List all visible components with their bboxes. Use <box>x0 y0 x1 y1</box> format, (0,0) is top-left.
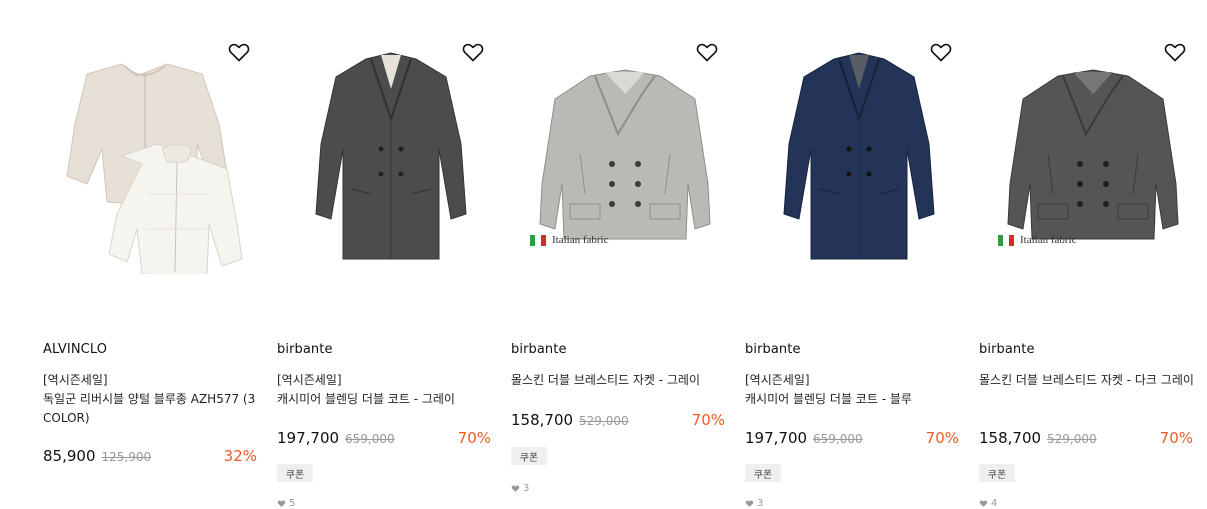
discount-rate: 70% <box>691 411 725 429</box>
price-row: 158,700 529,000 70% <box>511 411 725 429</box>
like-count: 5 <box>277 498 295 509</box>
discount-rate: 70% <box>925 429 959 447</box>
heart-outline-icon[interactable] <box>1163 40 1187 64</box>
coupon-badge[interactable]: 쿠폰 <box>511 447 547 465</box>
product-title: 캐시미어 블렌딩 더블 코트 - 블루 <box>745 392 912 406</box>
product-name[interactable]: [역시즌세일] 캐시미어 블렌딩 더블 코트 - 블루 <box>745 371 961 409</box>
product-image[interactable] <box>742 28 976 290</box>
price-row: 197,700 659,000 70% <box>745 429 959 447</box>
italian-fabric-label: Italian fabric <box>998 234 1077 246</box>
original-price: 659,000 <box>345 432 395 446</box>
brand-name[interactable]: birbante <box>979 342 1035 357</box>
discount-rate: 32% <box>223 447 257 465</box>
brand-name[interactable]: birbante <box>745 342 801 357</box>
brand-name[interactable]: ALVINCLO <box>43 342 107 357</box>
product-title: 독일군 리버시블 양털 블루종 AZH577 (3 COLOR) <box>43 392 256 425</box>
product-tag: [역시즌세일] <box>277 373 342 387</box>
sale-price: 197,700 <box>745 429 808 447</box>
price-row: 197,700 659,000 70% <box>277 429 491 447</box>
dark-grey-peacoat-image <box>1007 69 1179 240</box>
original-price: 125,900 <box>101 450 152 464</box>
italy-flag-icon <box>998 234 1014 246</box>
product-name[interactable]: [역시즌세일] 캐시미어 블렌딩 더블 코트 - 그레이 <box>277 371 493 409</box>
discount-rate: 70% <box>457 429 491 447</box>
product-title: 캐시미어 블렌딩 더블 코트 - 그레이 <box>277 392 455 406</box>
italy-flag-icon <box>530 234 546 246</box>
like-count: 3 <box>745 498 763 509</box>
heart-outline-icon[interactable] <box>461 40 485 64</box>
product-image[interactable] <box>274 28 508 290</box>
like-count: 4 <box>979 498 997 509</box>
sale-price: 158,700 <box>979 429 1042 447</box>
coupon-badge[interactable]: 쿠폰 <box>979 464 1015 482</box>
product-image[interactable] <box>976 28 1207 290</box>
discount-rate: 70% <box>1159 429 1193 447</box>
product-title: 몰스킨 더블 브레스티드 자켓 - 다크 그레이 <box>979 373 1194 387</box>
like-count-value: 3 <box>523 483 530 494</box>
fleece-jacket-image <box>66 63 243 274</box>
product-title: 몰스킨 더블 브레스티드 자켓 - 그레이 <box>511 373 701 387</box>
product-name[interactable]: 몰스킨 더블 브레스티드 자켓 - 그레이 <box>511 371 727 390</box>
price-row: 158,700 529,000 70% <box>979 429 1193 447</box>
sale-price: 85,900 <box>43 447 96 465</box>
product-card[interactable]: Italian fabric birbante 몰스킨 더블 브레스티드 자켓 … <box>508 0 742 508</box>
sale-price: 158,700 <box>511 411 574 429</box>
heart-outline-icon[interactable] <box>929 40 953 64</box>
light-grey-peacoat-image <box>539 69 711 240</box>
sale-price: 197,700 <box>277 429 340 447</box>
original-price: 529,000 <box>579 414 629 428</box>
product-card[interactable]: Italian fabric birbante 몰스킨 더블 브레스티드 자켓 … <box>976 0 1207 509</box>
product-card[interactable]: ALVINCLO [역시즌세일] 독일군 리버시블 양털 블루종 AZH577 … <box>40 0 274 508</box>
italian-fabric-label: Italian fabric <box>530 234 609 246</box>
heart-filled-icon <box>277 500 286 507</box>
fabric-label-text: Italian fabric <box>1020 234 1077 246</box>
heart-outline-icon[interactable] <box>695 40 719 64</box>
product-name[interactable]: 몰스킨 더블 브레스티드 자켓 - 다크 그레이 <box>979 371 1195 390</box>
like-count: 3 <box>511 483 529 494</box>
product-card[interactable]: birbante [역시즌세일] 캐시미어 블렌딩 더블 코트 - 블루 197… <box>742 0 976 509</box>
heart-filled-icon <box>511 485 520 492</box>
product-name[interactable]: [역시즌세일] 독일군 리버시블 양털 블루종 AZH577 (3 COLOR) <box>43 371 259 428</box>
coupon-badge[interactable]: 쿠폰 <box>745 464 781 482</box>
like-count-value: 3 <box>757 498 764 509</box>
brand-name[interactable]: birbante <box>277 342 333 357</box>
heart-filled-icon <box>745 500 754 507</box>
original-price: 529,000 <box>1047 432 1097 446</box>
heart-filled-icon <box>979 500 988 507</box>
fabric-label-text: Italian fabric <box>552 234 609 246</box>
product-image[interactable] <box>508 28 742 290</box>
product-image[interactable] <box>40 28 274 290</box>
navy-coat-image <box>783 52 935 260</box>
brand-name[interactable]: birbante <box>511 342 567 357</box>
product-tag: [역시즌세일] <box>43 373 108 387</box>
heart-outline-icon[interactable] <box>227 40 251 64</box>
product-tag: [역시즌세일] <box>745 373 810 387</box>
product-card[interactable]: birbante [역시즌세일] 캐시미어 블렌딩 더블 코트 - 그레이 19… <box>274 0 508 509</box>
like-count-value: 4 <box>991 498 998 509</box>
charcoal-coat-image <box>315 52 467 260</box>
product-grid: ALVINCLO [역시즌세일] 독일군 리버시블 양털 블루종 AZH577 … <box>0 0 1207 509</box>
price-row: 85,900 125,900 32% <box>43 447 257 465</box>
coupon-badge[interactable]: 쿠폰 <box>277 464 313 482</box>
like-count-value: 5 <box>289 498 296 509</box>
original-price: 659,000 <box>813 432 863 446</box>
